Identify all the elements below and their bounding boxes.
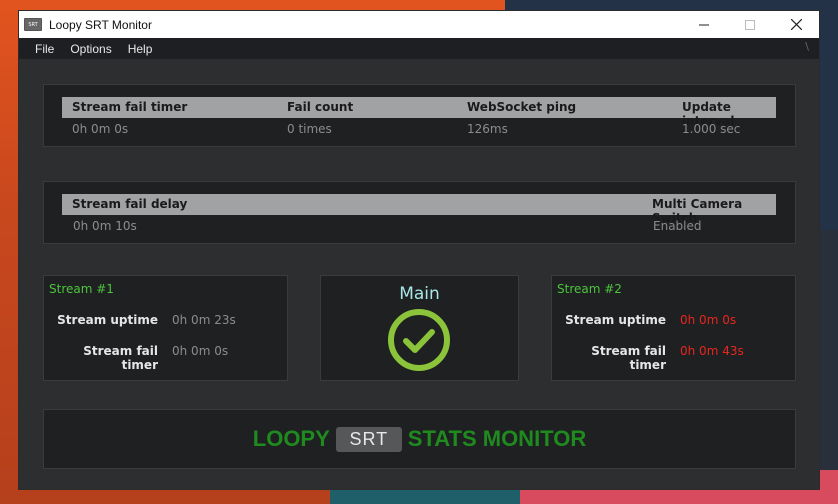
banner-loopy: LOOPY	[252, 426, 330, 451]
main-content: Stream fail timer Fail count WebSocket p…	[19, 59, 819, 489]
srt-logo-text: SRT	[349, 428, 389, 449]
close-button[interactable]	[773, 11, 819, 38]
menu-help[interactable]: Help	[120, 42, 161, 56]
menu-bar: File Options Help \	[19, 38, 819, 59]
minimize-button[interactable]	[681, 11, 727, 38]
main-title: Main	[399, 284, 440, 304]
stream1-fail-label: Stream fail timer	[83, 344, 158, 372]
srt-logo: SRT	[335, 426, 402, 452]
banner-panel: LOOPY SRT STATS MONITOR	[43, 409, 796, 469]
header-stream-fail-timer: Stream fail timer	[72, 100, 188, 114]
stream1-title: Stream #1	[49, 282, 114, 296]
maximize-button[interactable]	[727, 11, 773, 38]
menu-file[interactable]: File	[19, 42, 62, 56]
close-icon	[790, 19, 802, 30]
stream2-fail-label: Stream fail timer	[591, 344, 666, 372]
header-stream-fail-delay: Stream fail delay	[72, 197, 188, 211]
stream1-uptime-label: Stream uptime	[57, 313, 158, 327]
value-fail-count: 0 times	[287, 122, 332, 136]
value-update-interval: 1.000 sec	[682, 122, 741, 136]
menu-options[interactable]: Options	[62, 42, 119, 56]
value-stream-fail-timer: 0h 0m 0s	[72, 122, 129, 136]
minimize-icon	[699, 24, 709, 25]
stats-panel: Stream fail timer Fail count WebSocket p…	[43, 84, 796, 147]
title-bar[interactable]: SRT Loopy SRT Monitor	[19, 11, 819, 38]
value-multi-camera-switch: Enabled	[653, 219, 702, 233]
stream2-panel: Stream #2 Stream uptime 0h 0m 0s Stream …	[551, 275, 796, 381]
settings-panel: Stream fail delay Multi Camera Switch 0h…	[43, 181, 796, 244]
stream2-uptime-label: Stream uptime	[565, 313, 666, 327]
value-websocket-ping: 126ms	[467, 122, 508, 136]
stream2-fail-value: 0h 0m 43s	[680, 344, 744, 358]
stats-header-row: Stream fail timer Fail count WebSocket p…	[62, 97, 776, 128]
window-title: Loopy SRT Monitor	[49, 17, 152, 32]
value-stream-fail-delay: 0h 0m 10s	[73, 219, 137, 233]
stream2-uptime-value: 0h 0m 0s	[680, 313, 737, 327]
settings-header-row: Stream fail delay Multi Camera Switch	[62, 194, 776, 225]
header-fail-count: Fail count	[287, 100, 354, 114]
banner-stats-monitor: STATS MONITOR	[407, 426, 587, 451]
app-window: SRT Loopy SRT Monitor File Options Help …	[19, 11, 819, 489]
stream1-panel: Stream #1 Stream uptime 0h 0m 23s Stream…	[43, 275, 288, 381]
maximize-icon	[745, 19, 755, 30]
check-circle-icon	[388, 309, 450, 371]
header-websocket-ping: WebSocket ping	[467, 100, 577, 114]
app-icon: SRT	[24, 18, 42, 31]
menu-extra-mark: \	[805, 40, 809, 53]
main-status-panel: Main	[320, 275, 519, 381]
stream1-uptime-value: 0h 0m 23s	[172, 313, 236, 327]
stream2-title: Stream #2	[557, 282, 622, 296]
stream1-fail-value: 0h 0m 0s	[172, 344, 229, 358]
